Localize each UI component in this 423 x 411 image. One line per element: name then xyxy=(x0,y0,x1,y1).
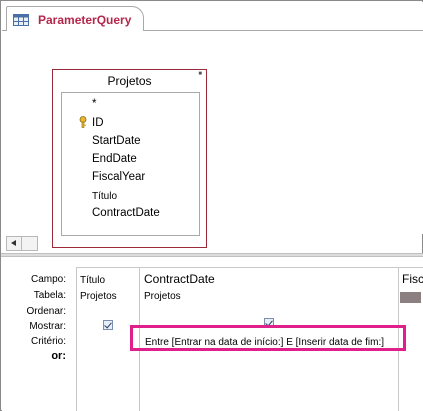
field-all[interactable]: * xyxy=(92,98,96,110)
column-divider xyxy=(76,267,77,411)
query-design-pane: Projetos ■ * ID StartDate EndDate Fiscal… xyxy=(2,31,423,248)
field-startdate[interactable]: StartDate xyxy=(92,135,141,147)
tab-parameter-query[interactable]: ParameterQuery xyxy=(6,6,144,32)
column-1-field[interactable]: Título xyxy=(80,275,105,286)
row-label-mostrar: Mostrar: xyxy=(29,321,66,332)
row-label-tabela: Tabela: xyxy=(33,290,66,301)
field-titulo[interactable]: Título xyxy=(92,191,117,202)
field-enddate[interactable]: EndDate xyxy=(92,153,137,165)
tab-label: ParameterQuery xyxy=(38,13,132,27)
field-id[interactable]: ID xyxy=(92,117,104,129)
column-3-table-cell[interactable] xyxy=(400,292,421,303)
query-icon xyxy=(13,14,29,26)
column-3-field[interactable]: Fisca xyxy=(402,272,423,286)
row-label-campo: Campo: xyxy=(30,274,66,285)
horizontal-scrollbar[interactable] xyxy=(6,236,38,251)
field-list: * ID StartDate EndDate FiscalYear Título… xyxy=(61,92,200,236)
column-2-table[interactable]: Projetos xyxy=(144,291,181,302)
field-contractdate[interactable]: ContractDate xyxy=(92,207,160,219)
table-field-list-projetos[interactable]: Projetos ■ * ID StartDate EndDate Fiscal… xyxy=(52,69,207,248)
row-label-or: or: xyxy=(51,350,66,362)
close-icon[interactable]: ■ xyxy=(198,71,202,77)
scroll-left-icon[interactable] xyxy=(7,237,22,250)
column-2-field[interactable]: ContractDate xyxy=(144,272,215,286)
query-design-grid: Campo: Tabela: Ordenar: Mostrar: Critéri… xyxy=(2,257,423,411)
table-title: Projetos xyxy=(107,74,152,88)
row-label-criterio: Critério: xyxy=(30,336,66,347)
grid-top-border xyxy=(76,267,423,268)
column-2-criteria[interactable]: Entre [Entrar na data de início:] E [Ins… xyxy=(145,337,384,348)
document-tab-strip: ParameterQuery xyxy=(2,2,423,32)
column-1-show-checkbox[interactable] xyxy=(103,320,113,330)
column-1-table[interactable]: Projetos xyxy=(80,291,117,302)
query-window: ParameterQuery Projetos ■ * ID StartDate… xyxy=(0,0,423,411)
row-label-ordenar: Ordenar: xyxy=(26,306,66,317)
field-fiscalyear[interactable]: FiscalYear xyxy=(92,171,145,183)
primary-key-icon xyxy=(79,116,87,128)
